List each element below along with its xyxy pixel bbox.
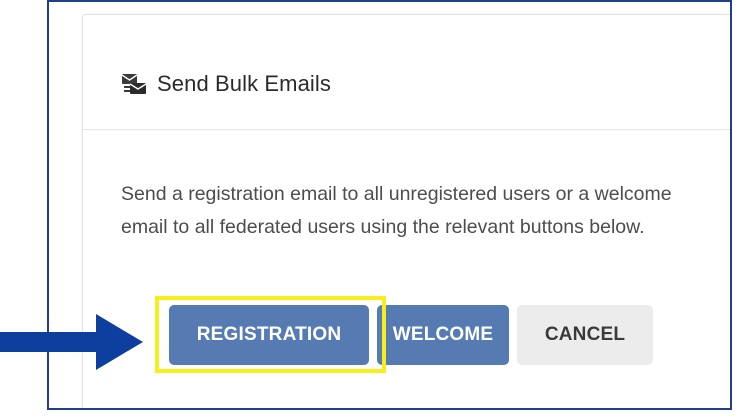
welcome-button[interactable]: WELCOME	[377, 305, 509, 365]
dialog-header: Send Bulk Emails	[121, 71, 331, 97]
cancel-button[interactable]: CANCEL	[517, 305, 653, 365]
dialog-description: Send a registration email to all unregis…	[121, 183, 672, 238]
bulk-email-icon	[121, 72, 147, 96]
header-divider	[83, 129, 730, 130]
arrow-right-icon	[0, 311, 145, 373]
registration-highlight-box	[155, 296, 386, 373]
dialog-title: Send Bulk Emails	[157, 71, 332, 96]
screenshot-frame: Send Bulk Emails Send a registration ema…	[47, 0, 732, 410]
